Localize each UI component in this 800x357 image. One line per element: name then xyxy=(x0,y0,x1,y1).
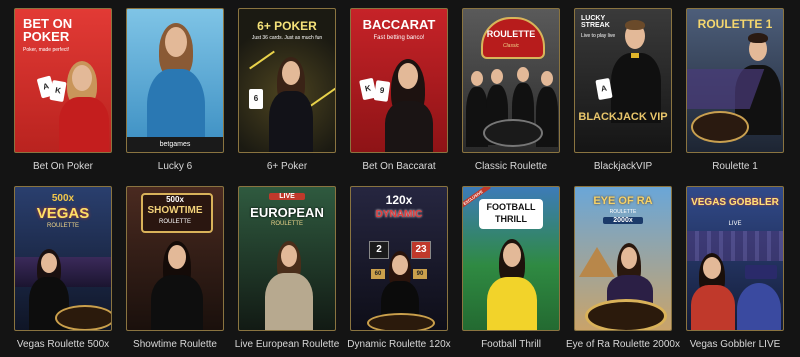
game-thumbnail[interactable]: 6+ POKER Just 36 cards. Just as much fun… xyxy=(238,8,336,153)
game-caption[interactable]: Roulette 1 xyxy=(676,161,794,172)
game-thumbnail[interactable]: BET ON POKER Poker, made perfect! A K xyxy=(14,8,112,153)
game-subtitle: Just 36 cards. Just as much fun xyxy=(251,35,323,41)
game-caption[interactable]: Eye of Ra Roulette 2000x xyxy=(564,339,682,350)
game-title: ROULETTE xyxy=(486,29,536,39)
game-tile-eye-of-ra-roulette[interactable]: EYE OF RA ROULETTE 2000x Eye of Ra Roule… xyxy=(566,186,680,350)
game-caption[interactable]: Lucky 6 xyxy=(116,161,234,172)
game-thumbnail[interactable]: 500x SHOWTIME ROULETTE xyxy=(126,186,224,331)
game-title: BET ON POKER xyxy=(23,16,73,44)
game-title: 6+ POKER xyxy=(257,19,317,33)
game-subtitle: Poker, made perfect! xyxy=(23,47,70,53)
roulette-wheel-icon xyxy=(55,305,111,330)
game-caption[interactable]: Vegas Gobbler LIVE xyxy=(676,339,794,350)
game-title: ROULETTE 1 xyxy=(697,17,773,31)
game-subtitle: Classic xyxy=(502,43,520,49)
game-thumbnail[interactable]: EXCLUSIVE FOOTBALL THRILL xyxy=(462,186,560,331)
game-caption[interactable]: Bet On Poker xyxy=(4,161,122,172)
uncle-sam-hat-icon xyxy=(745,265,777,279)
game-tile-vegas-gobbler-live[interactable]: VEGAS GOBBLER LIVE Vegas Gobbler LIVE xyxy=(686,186,784,350)
game-tile-bet-on-poker[interactable]: BET ON POKER Poker, made perfect! A K Be… xyxy=(14,8,112,172)
provider-logo: betgames xyxy=(159,141,191,148)
result-number: 23 xyxy=(411,241,431,259)
game-caption[interactable]: Live European Roulette xyxy=(228,339,346,350)
game-thumbnail[interactable]: LUCKY STREAK Live to play live A BLACKJA… xyxy=(574,8,672,153)
game-title: BACCARAT xyxy=(362,17,436,32)
game-title: EYE OF RA xyxy=(593,195,653,207)
game-thumbnail[interactable]: VEGAS GOBBLER LIVE xyxy=(686,186,784,331)
game-thumbnail[interactable]: ROULETTE 1 xyxy=(686,8,784,153)
multiplier-chip: 60 xyxy=(371,269,385,279)
brand-label: LUCKY STREAK xyxy=(581,15,610,29)
game-tile-showtime-roulette[interactable]: 500x SHOWTIME ROULETTE Showtime Roulette xyxy=(126,186,224,350)
game-title: FOOTBALL THRILL xyxy=(486,202,536,224)
game-thumbnail[interactable]: betgames xyxy=(126,8,224,153)
game-subtitle: LIVE xyxy=(728,221,742,227)
game-title: DYNAMIC xyxy=(375,209,423,220)
game-subtitle: ROULETTE xyxy=(609,209,637,215)
game-subtitle: ROULETTE xyxy=(46,223,79,229)
multiplier-badge: 500x xyxy=(51,193,75,204)
game-tile-live-european-roulette[interactable]: LIVE EUROPEAN ROULETTE Live European Rou… xyxy=(235,186,339,350)
game-tile-blackjack-vip[interactable]: LUCKY STREAK Live to play live A BLACKJA… xyxy=(574,8,672,172)
game-thumbnail[interactable]: LIVE EUROPEAN ROULETTE xyxy=(238,186,336,331)
game-caption[interactable]: Showtime Roulette xyxy=(116,339,234,350)
result-number: 2 xyxy=(369,241,389,259)
game-tile-bet-on-baccarat[interactable]: BACCARAT Fast betting banco! K 9 Bet On … xyxy=(350,8,448,172)
game-thumbnail[interactable]: 120x DYNAMIC 2 23 60 90 xyxy=(350,186,448,331)
game-caption[interactable]: Dynamic Roulette 120x xyxy=(340,339,458,350)
game-grid: BET ON POKER Poker, made perfect! A K Be… xyxy=(0,0,800,357)
game-title: BLACKJACK VIP xyxy=(578,111,668,123)
multiplier-badge: 120x xyxy=(385,193,413,207)
game-tile-dynamic-roulette-120x[interactable]: 120x DYNAMIC 2 23 60 90 Dynamic Roulette… xyxy=(347,186,451,350)
game-subtitle: Fast betting banco! xyxy=(373,35,425,41)
game-tile-lucky-6[interactable]: betgames Lucky 6 xyxy=(126,8,224,172)
game-thumbnail[interactable]: 500x VEGAS ROULETTE xyxy=(14,186,112,331)
game-caption[interactable]: 6+ Poker xyxy=(228,161,346,172)
live-badge: LIVE xyxy=(269,193,305,200)
roulette-wheel-icon xyxy=(691,111,749,143)
game-title: SHOWTIME xyxy=(147,205,203,216)
game-caption[interactable]: Classic Roulette xyxy=(452,161,570,172)
game-title: EUROPEAN xyxy=(250,205,324,220)
game-caption[interactable]: Bet On Baccarat xyxy=(340,161,458,172)
multiplier-chip: 90 xyxy=(413,269,427,279)
card-icon: K xyxy=(49,79,67,103)
game-tile-football-thrill[interactable]: EXCLUSIVE FOOTBALL THRILL Football Thril… xyxy=(462,186,560,350)
brand-tagline: Live to play live xyxy=(581,33,616,39)
game-title: VEGAS xyxy=(36,205,90,222)
game-title: VEGAS GOBBLER xyxy=(691,197,779,208)
game-tile-classic-roulette[interactable]: ROULETTE Classic Classic Roulette xyxy=(462,8,560,172)
game-subtitle: ROULETTE xyxy=(158,219,191,225)
game-subtitle: ROULETTE xyxy=(270,221,303,227)
game-tile-six-plus-poker[interactable]: 6+ POKER Just 36 cards. Just as much fun… xyxy=(238,8,336,172)
game-thumbnail[interactable]: EYE OF RA ROULETTE 2000x xyxy=(574,186,672,331)
game-tile-vegas-roulette-500x[interactable]: 500x VEGAS ROULETTE Vegas Roulette 500x xyxy=(14,186,112,350)
game-caption[interactable]: BlackjackVIP xyxy=(564,161,682,172)
game-thumbnail[interactable]: ROULETTE Classic xyxy=(462,8,560,153)
game-tile-roulette-1[interactable]: ROULETTE 1 Roulette 1 xyxy=(686,8,784,172)
roulette-wheel-icon xyxy=(585,299,667,330)
roulette-wheel-icon xyxy=(367,313,435,330)
game-caption[interactable]: Vegas Roulette 500x xyxy=(4,339,122,350)
roulette-wheel-icon xyxy=(483,119,543,147)
game-caption[interactable]: Football Thrill xyxy=(452,339,570,350)
card-icon: 9 xyxy=(373,80,391,102)
multiplier-badge: 2000x xyxy=(603,217,643,224)
card-icon: 6 xyxy=(249,89,263,109)
game-thumbnail[interactable]: BACCARAT Fast betting banco! K 9 xyxy=(350,8,448,153)
multiplier-badge: 500x xyxy=(166,195,184,204)
